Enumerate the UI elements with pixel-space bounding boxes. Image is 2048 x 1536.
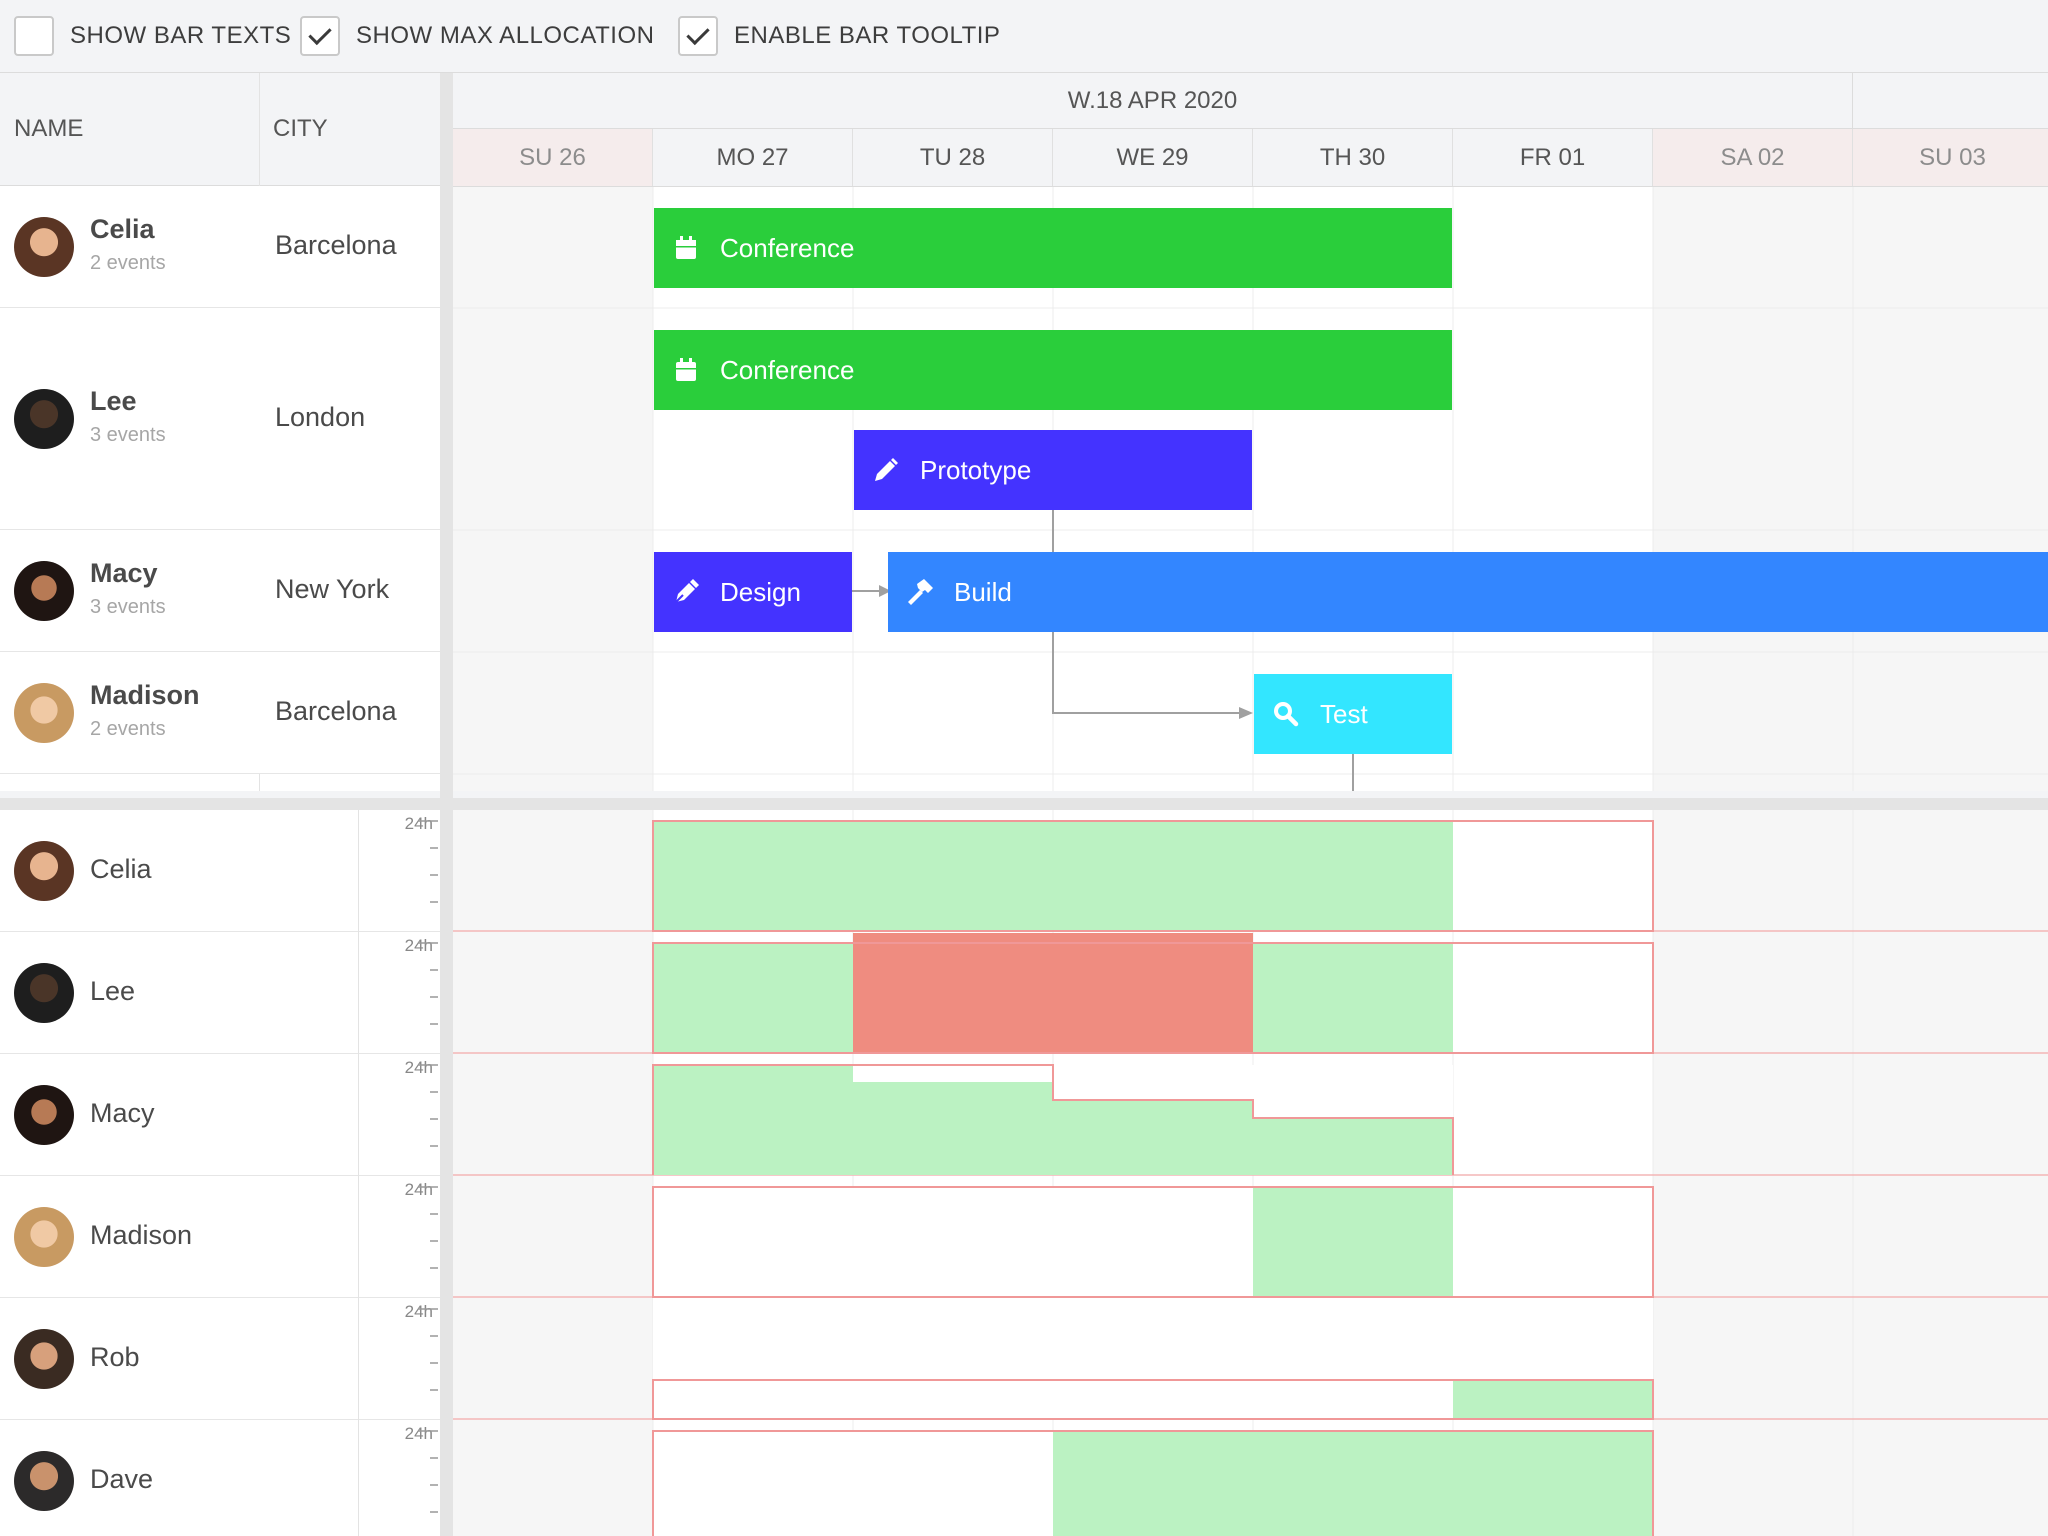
histogram-row-lee[interactable]: Lee 24h [0, 932, 440, 1054]
search-icon [1272, 700, 1300, 728]
checkbox-box[interactable] [678, 16, 718, 56]
allocation-scale: 24h [358, 932, 440, 1054]
event-bar-build[interactable]: Build [888, 552, 2048, 632]
resource-name: Macy [90, 1098, 155, 1128]
avatar [14, 963, 74, 1023]
allocation-histogram [453, 810, 2048, 1536]
grid-row-macy[interactable]: Macy 3 events New York [0, 530, 440, 652]
resource-name: Lee [90, 976, 136, 1006]
city-cell: New York [275, 574, 390, 604]
histogram-row-rob[interactable]: Rob 24h [0, 1298, 440, 1420]
avatar [14, 389, 74, 449]
resource-name: Macy [90, 558, 158, 588]
resource-name: Madison [90, 1220, 193, 1250]
checkbox-label: ENABLE BAR TOOLTIP [734, 22, 1001, 49]
event-bar-test[interactable]: Test [1254, 674, 1452, 754]
event-name: Conference [720, 354, 855, 385]
allocation-scale: 24h [358, 1420, 440, 1536]
column-header-label: NAME [14, 115, 84, 142]
timeline-header-days: SU 26 MO 27 TU 28 WE 29 TH 30 FR 01 SA 0… [453, 129, 2048, 187]
grid-row-celia[interactable]: Celia 2 events Barcelona [0, 186, 440, 308]
day-header: SU 26 [453, 129, 653, 186]
day-header: SA 02 [1653, 129, 1853, 186]
column-header-name[interactable]: NAME [0, 73, 259, 186]
histogram-row-madison[interactable]: Madison 24h [0, 1176, 440, 1298]
day-header: TH 30 [1253, 129, 1453, 186]
scale-max-label: 24h [404, 936, 433, 955]
day-header: TU 28 [853, 129, 1053, 186]
histogram-chart [453, 810, 2048, 1536]
resource-name: Celia [90, 214, 155, 244]
allocation-scale: 24h [358, 1176, 440, 1298]
event-bar-design[interactable]: Design [654, 552, 852, 632]
avatar [14, 1085, 74, 1145]
horizontal-splitter[interactable] [0, 798, 2048, 810]
histogram-row-dave[interactable]: Dave 24h [0, 1420, 440, 1536]
histogram-row-macy[interactable]: Macy 24h [0, 1054, 440, 1176]
column-header-label: CITY [273, 115, 328, 142]
resource-name: Lee [90, 386, 137, 416]
city-cell: Barcelona [275, 230, 397, 260]
allocation-scale: 24h [358, 1298, 440, 1420]
checkbox-box[interactable] [14, 16, 54, 56]
avatar [14, 561, 74, 621]
histogram-row-celia[interactable]: Celia 24h [0, 810, 440, 932]
toolbar: SHOW BAR TEXTS SHOW MAX ALLOCATION ENABL… [0, 0, 2048, 73]
histogram-resource-list: Celia 24h Lee 24h Macy 24h Madison 24h R… [0, 810, 440, 1536]
city-cell: Barcelona [275, 696, 397, 726]
calendar-icon [672, 234, 700, 262]
resource-name: Dave [90, 1464, 154, 1494]
allocation-scale: 24h [358, 810, 440, 932]
show-bar-texts-checkbox[interactable]: SHOW BAR TEXTS [14, 14, 291, 58]
enable-bar-tooltip-checkbox[interactable]: ENABLE BAR TOOLTIP [678, 14, 1000, 58]
resource-name: Rob [90, 1342, 140, 1372]
event-bar-conference-lee[interactable]: Conference [654, 330, 1452, 410]
grid-row-lee[interactable]: Lee 3 events London [0, 308, 440, 530]
resource-grid: NAME CITY Celia 2 events Barcelona Lee 3… [0, 73, 440, 791]
event-name: Build [954, 576, 1012, 607]
avatar [14, 1329, 74, 1389]
day-header: MO 27 [653, 129, 853, 186]
scale-max-label: 24h [404, 814, 433, 833]
event-count: 2 events [90, 252, 166, 274]
event-count: 2 events [90, 718, 166, 740]
allocation-scale: 24h [358, 1054, 440, 1176]
show-max-allocation-checkbox[interactable]: SHOW MAX ALLOCATION [300, 14, 654, 58]
scale-max-label: 24h [404, 1424, 433, 1443]
day-header: SU 03 [1853, 129, 2048, 186]
event-count: 3 events [90, 424, 166, 446]
hammer-icon [906, 578, 934, 606]
city-cell: London [275, 402, 366, 432]
day-header: WE 29 [1053, 129, 1253, 186]
schedule-body[interactable]: Conference Conference Prototype Design B… [453, 187, 2048, 791]
scale-max-label: 24h [404, 1180, 433, 1199]
resource-name: Madison [90, 680, 200, 710]
checkbox-label: SHOW MAX ALLOCATION [356, 22, 655, 49]
pen-icon [672, 578, 700, 606]
avatar [14, 1451, 74, 1511]
avatar [14, 217, 74, 277]
timeline-header-week: W.18 APR 2020 [453, 73, 2048, 129]
resource-name: Celia [90, 854, 152, 884]
day-header: FR 01 [1453, 129, 1653, 186]
event-bar-prototype[interactable]: Prototype [854, 430, 1252, 510]
scale-max-label: 24h [404, 1058, 433, 1077]
grid-row-madison[interactable]: Madison 2 events Barcelona [0, 652, 440, 774]
avatar [14, 841, 74, 901]
event-count: 3 events [90, 596, 166, 618]
checkbox-box[interactable] [300, 16, 340, 56]
event-bar-conference-celia[interactable]: Conference [654, 208, 1452, 288]
event-name: Test [1320, 698, 1368, 729]
week-label: W.18 APR 2020 [453, 73, 1853, 128]
calendar-icon [672, 356, 700, 384]
avatar [14, 1207, 74, 1267]
event-name: Design [720, 576, 801, 607]
event-name: Prototype [920, 454, 1032, 485]
column-header-city[interactable]: CITY [259, 73, 440, 186]
checkbox-label: SHOW BAR TEXTS [70, 22, 292, 49]
event-name: Conference [720, 232, 855, 263]
avatar [14, 683, 74, 743]
scale-max-label: 24h [404, 1302, 433, 1321]
pencil-icon [872, 456, 900, 484]
